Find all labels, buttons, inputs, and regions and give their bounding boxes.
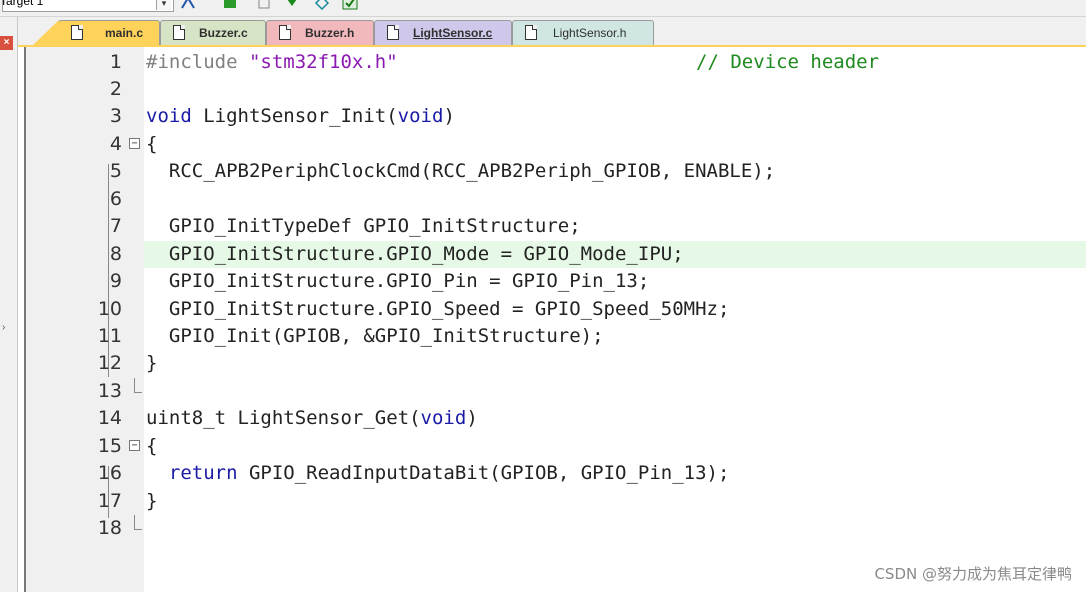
tab-label: Buzzer.h <box>305 26 355 40</box>
code-line-15[interactable]: 15 − { <box>26 433 1086 460</box>
keyword: return <box>168 462 238 484</box>
fold-collapse-icon[interactable]: − <box>129 440 140 451</box>
code-text: GPIO_InitStructure.GPIO_Pin = GPIO_Pin_1… <box>146 270 650 292</box>
code-fragment: GPIO_ReadInputDataBit(GPIOB, GPIO_Pin_13… <box>237 462 730 484</box>
code-text: return GPIO_ReadInputDataBit(GPIOB, GPIO… <box>146 460 730 487</box>
code-comment: // Device header <box>696 51 880 73</box>
line-number: 18 <box>97 517 122 539</box>
tab-buzzer-h[interactable]: Buzzer.h <box>266 20 374 45</box>
code-fragment: ) <box>443 105 455 127</box>
line-number: 4 <box>109 133 122 155</box>
code-fragment: LightSensor_Init( <box>191 105 398 127</box>
code-line-4[interactable]: 4 − { <box>26 131 1086 158</box>
tab-label: LightSensor.h <box>553 26 627 40</box>
code-text: RCC_APB2PeriphClockCmd(RCC_APB2Periph_GP… <box>146 160 776 182</box>
file-icon <box>173 25 185 40</box>
code-text: } <box>146 490 158 512</box>
code-text: { <box>146 435 158 457</box>
string-literal: "stm32f10x.h" <box>248 51 398 73</box>
file-icon <box>279 25 291 40</box>
code-fragment: ) <box>466 407 478 429</box>
keyword: void <box>146 105 192 127</box>
code-text: GPIO_InitStructure.GPIO_Speed = GPIO_Spe… <box>146 298 730 320</box>
code-line-9[interactable]: 9 GPIO_InitStructure.GPIO_Pin = GPIO_Pin… <box>26 268 1086 295</box>
line-number: 6 <box>109 188 122 210</box>
line-number: 1 <box>109 51 122 73</box>
options-icon[interactable] <box>180 0 196 10</box>
line-number: 16 <box>97 462 122 484</box>
line-number: 9 <box>109 270 122 292</box>
line-number: 3 <box>109 105 122 127</box>
line-number: 15 <box>97 435 122 457</box>
code-line-8-current[interactable]: 8 GPIO_InitStructure.GPIO_Mode = GPIO_Mo… <box>26 241 1086 268</box>
copy-icon[interactable] <box>256 0 272 10</box>
watermark: CSDN @努力成为焦耳定律鸭 <box>874 565 1072 583</box>
code-line-5[interactable]: 5 RCC_APB2PeriphClockCmd(RCC_APB2Periph_… <box>26 158 1086 185</box>
tab-label: main.c <box>105 26 144 40</box>
code-line-1[interactable]: 1 #include "stm32f10x.h" // Device heade… <box>26 49 1086 76</box>
code-text: { <box>146 133 158 155</box>
fold-end-marker <box>134 515 142 530</box>
tab-lightsensor-c[interactable]: LightSensor.c <box>374 20 512 45</box>
tab-main-c[interactable]: main.c <box>33 20 160 45</box>
line-number: 11 <box>97 325 122 347</box>
fold-collapse-icon[interactable]: − <box>129 138 140 149</box>
chevron-down-icon[interactable]: ▾ <box>156 0 171 10</box>
line-number: 7 <box>109 215 122 237</box>
code-text: #include "stm32f10x.h" <box>146 49 398 76</box>
close-icon[interactable]: × <box>0 36 13 50</box>
code-text: void LightSensor_Init(void) <box>146 103 455 130</box>
code-line-7[interactable]: 7 GPIO_InitTypeDef GPIO_InitStructure; <box>26 213 1086 240</box>
code-text: GPIO_Init(GPIOB, &GPIO_InitStructure); <box>146 325 604 347</box>
file-icon <box>525 25 537 40</box>
tab-bar: main.c Buzzer.c Buzzer.h LightSensor.c L… <box>18 17 1086 47</box>
preprocessor-keyword: #include <box>146 51 238 73</box>
load-icon[interactable] <box>222 0 238 10</box>
download-icon[interactable] <box>284 0 300 10</box>
code-text: uint8_t LightSensor_Get(void) <box>146 405 478 432</box>
tab-label: Buzzer.c <box>199 26 248 40</box>
line-number: 13 <box>97 380 122 402</box>
line-number: 8 <box>109 243 122 265</box>
keyword: void <box>420 407 467 429</box>
line-number: 5 <box>109 160 122 182</box>
code-line-18[interactable]: 18 <box>26 515 1086 542</box>
tab-lightsensor-h[interactable]: LightSensor.h <box>512 20 654 45</box>
code-line-17[interactable]: 17 } <box>26 488 1086 515</box>
code-line-2[interactable]: 2 <box>26 76 1086 103</box>
line-number: 2 <box>109 78 122 100</box>
fold-end-marker <box>134 378 142 393</box>
tab-buzzer-c[interactable]: Buzzer.c <box>160 20 266 45</box>
line-number: 12 <box>97 352 122 374</box>
project-panel: × › <box>0 17 18 592</box>
code-line-6[interactable]: 6 <box>26 186 1086 213</box>
line-number: 14 <box>97 407 122 429</box>
code-text: } <box>146 352 158 374</box>
tab-label: LightSensor.c <box>413 26 493 40</box>
code-line-10[interactable]: 10 GPIO_InitStructure.GPIO_Speed = GPIO_… <box>26 296 1086 323</box>
code-fragment: uint8_t LightSensor_Get( <box>146 407 421 429</box>
check-icon[interactable] <box>342 0 358 10</box>
keyword: void <box>397 105 444 127</box>
code-line-13[interactable]: 13 <box>26 378 1086 405</box>
file-icon <box>387 25 399 40</box>
diamond-icon[interactable] <box>314 0 330 10</box>
toolbar: Target 1 ▾ <box>0 0 1086 17</box>
code-line-11[interactable]: 11 GPIO_Init(GPIOB, &GPIO_InitStructure)… <box>26 323 1086 350</box>
code-text: GPIO_InitTypeDef GPIO_InitStructure; <box>146 215 581 237</box>
code-line-3[interactable]: 3 void LightSensor_Init(void) <box>26 103 1086 130</box>
code-line-12[interactable]: 12 } <box>26 350 1086 377</box>
file-icon <box>71 25 83 40</box>
target-label: Target 1 <box>0 0 44 8</box>
code-line-14[interactable]: 14 uint8_t LightSensor_Get(void) <box>26 405 1086 432</box>
code-line-16[interactable]: 16 return GPIO_ReadInputDataBit(GPIOB, G… <box>26 460 1086 487</box>
scroll-marker-icon: › <box>2 322 6 333</box>
line-number: 10 <box>97 298 122 320</box>
code-text: GPIO_InitStructure.GPIO_Mode = GPIO_Mode… <box>146 243 684 265</box>
line-number: 17 <box>97 490 122 512</box>
